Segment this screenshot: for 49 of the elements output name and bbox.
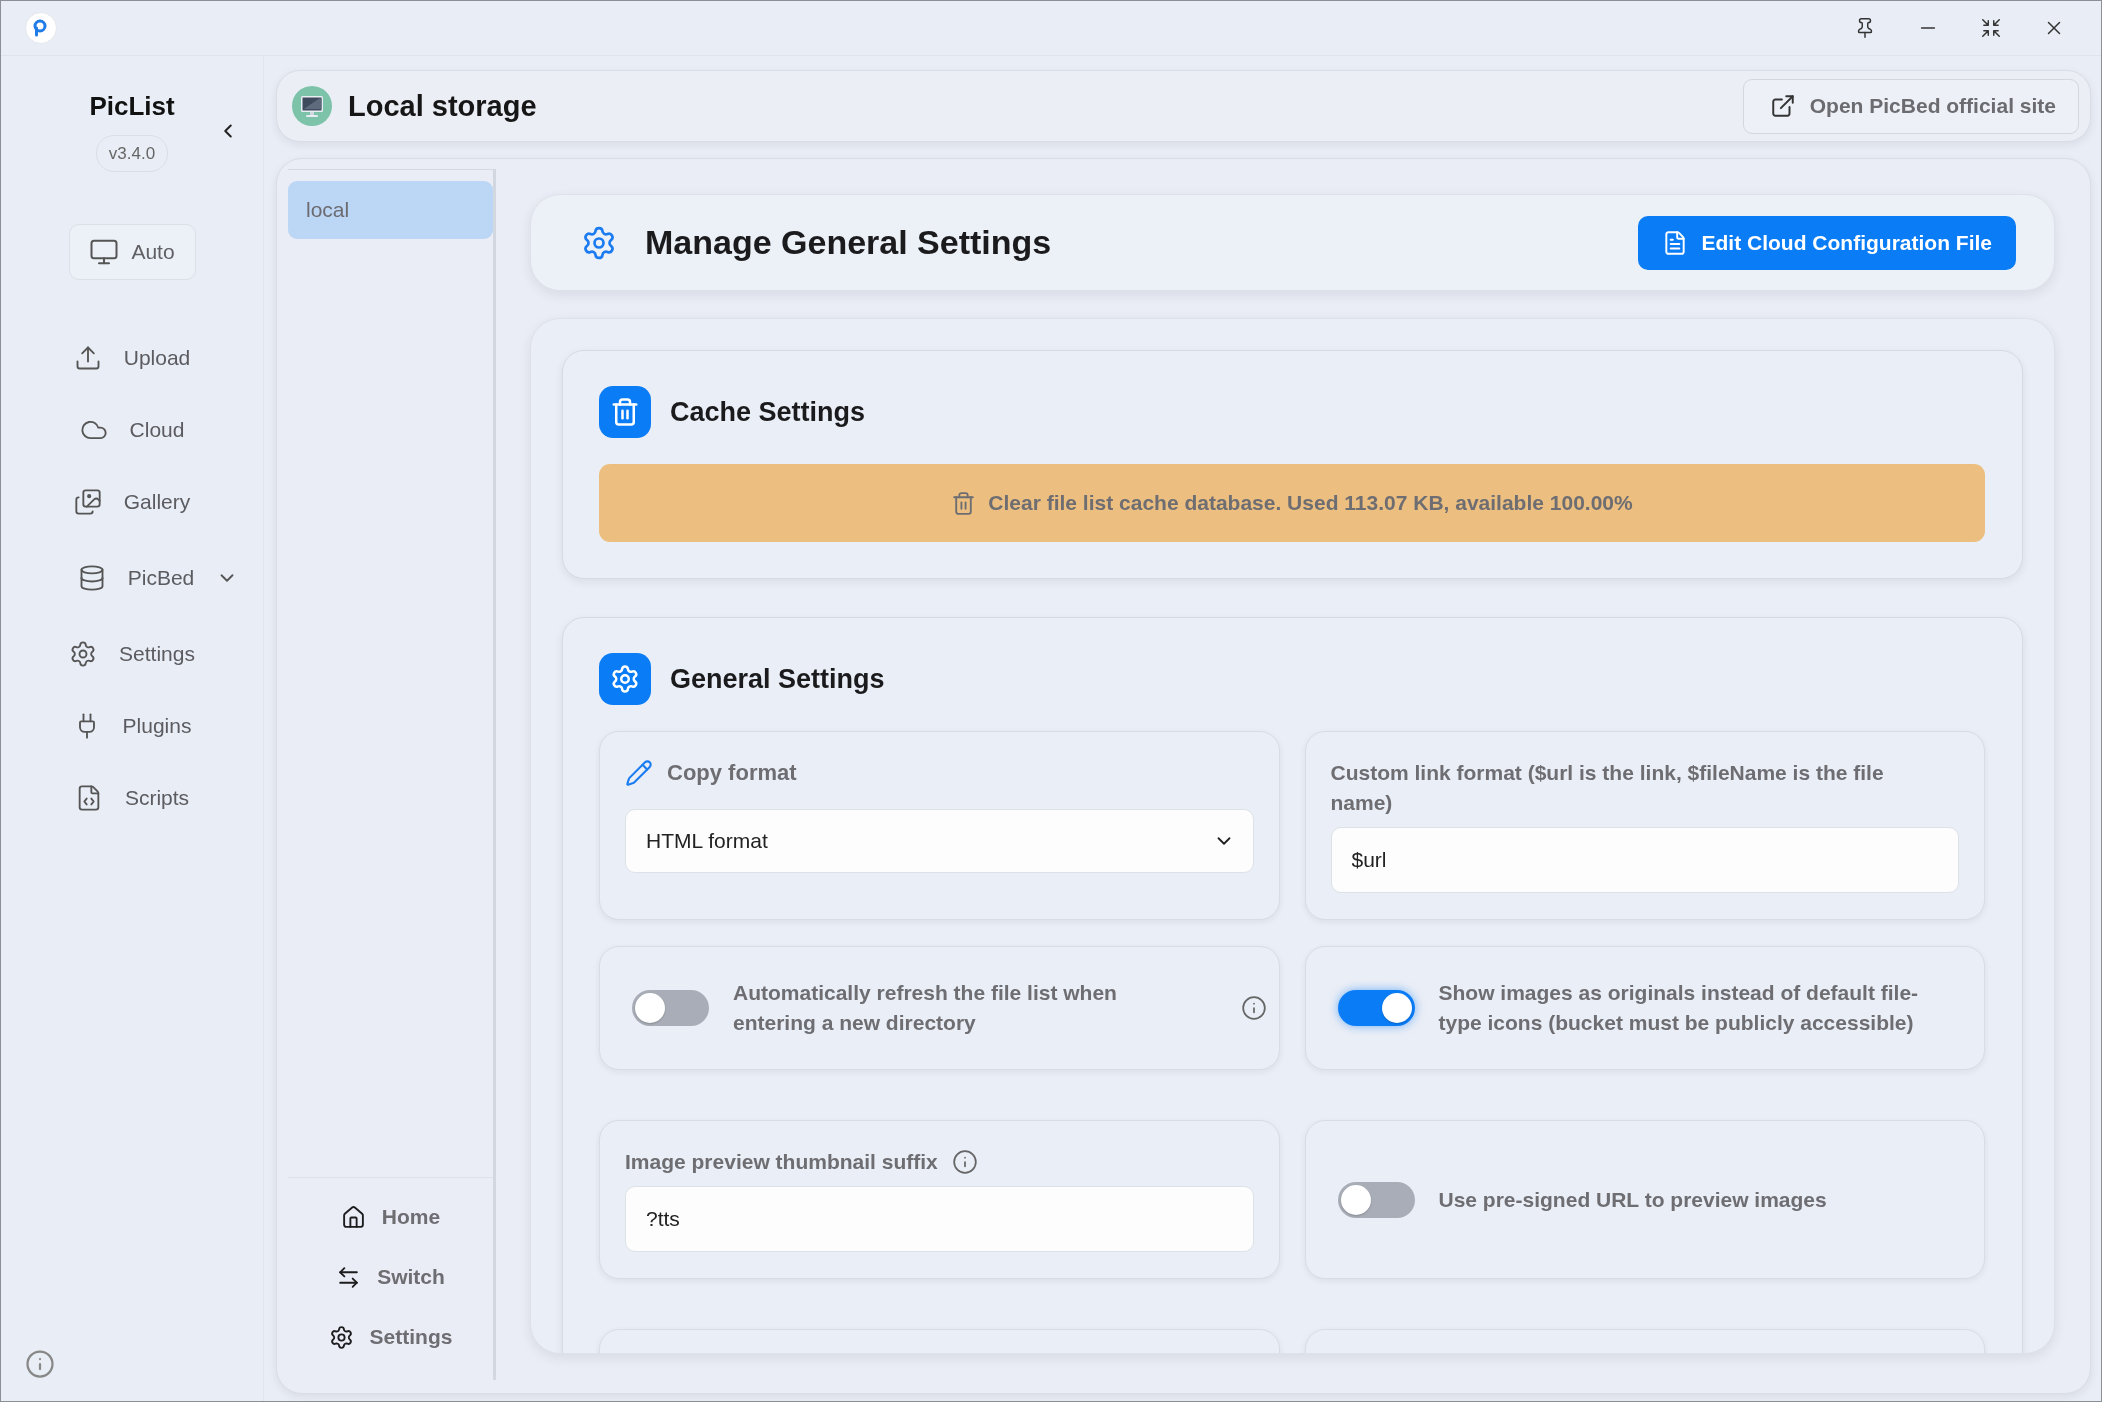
storage-item[interactable]: local [288,181,493,239]
page-title: Local storage [348,89,537,123]
trash-icon [599,386,651,438]
open-site-button[interactable]: Open PicBed official site [1742,78,2079,134]
section-title: Cache Settings [670,396,866,428]
external-link-icon [1769,93,1796,119]
footer-link[interactable]: Switch [336,1247,445,1307]
section-title: General Settings [670,663,885,695]
info-icon[interactable] [25,1349,55,1379]
clear-cache-button[interactable]: Clear file list cache database. Used 113.07 KB, available 100.00% [599,464,1985,542]
nav-link[interactable]: Cloud [79,394,185,466]
settings-icon [599,653,651,705]
theme-button[interactable]: Auto [68,224,196,280]
input-field[interactable]: $url [1330,827,1959,893]
pencil-icon [625,759,653,787]
shrink-icon[interactable] [1980,17,2002,39]
toggle-switch[interactable] [1337,990,1415,1026]
monitor-icon [89,237,120,267]
info-icon[interactable] [1240,995,1267,1021]
nav-link[interactable]: Upload [73,322,191,394]
nav-link[interactable]: Settings [69,618,195,690]
version-label: v3.4.0 [95,135,169,172]
toggle-switch[interactable] [632,990,709,1026]
edit-config-button[interactable]: Edit Cloud Configuration File [1637,215,2016,270]
settings-icon [581,224,617,261]
home-icon [340,1204,366,1230]
section-heading: Manage General Settings [645,223,1052,262]
nav-link[interactable]: Scripts [74,762,190,834]
images-icon [73,488,102,516]
trash-icon [951,490,977,516]
toggle-label: Use pre-signed URL to preview images [1438,1186,1827,1213]
nav-link[interactable]: PicBed [77,542,239,614]
footer-link[interactable]: Settings [328,1307,453,1367]
nav-link[interactable]: Plugins [72,690,192,762]
select-field[interactable]: HTML format [625,809,1254,873]
input-field[interactable]: ?tts [625,1186,1254,1252]
field-label: Custom link format ($url is the link, $fileName is the file name) [1330,760,1885,816]
field-label: Copy format [667,759,797,787]
field-label: Image preview thumbnail suffix [625,1149,938,1175]
info-icon[interactable] [951,1149,978,1175]
toggle-switch[interactable] [1337,1181,1415,1218]
nav-link[interactable]: Gallery [73,466,191,538]
toggle-label: Automatically refresh the file list when entering a new directory [733,980,1118,1036]
monitor-icon [292,86,332,126]
app-logo-icon [25,12,57,44]
app-name: PicList [89,90,175,122]
footer-link[interactable]: Home [340,1187,441,1247]
settings-icon [328,1324,354,1350]
toggle-label: Show images as originals instead of default file-type icons (bucket must be publicly accessible) [1438,980,1920,1036]
